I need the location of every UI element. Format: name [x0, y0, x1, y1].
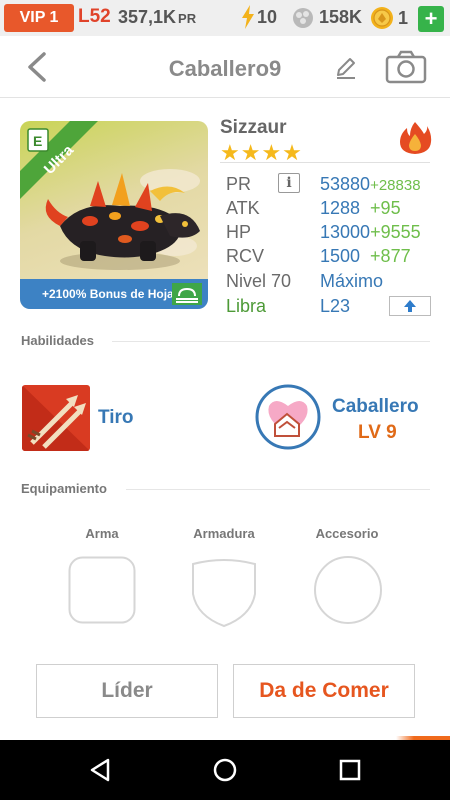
player-level: L52 [78, 6, 111, 27]
power-value: 357,1K [118, 7, 177, 27]
pr-value: 53880 [320, 174, 371, 194]
nav-recents-icon[interactable] [336, 756, 364, 784]
accessory-slot-label: Accesorio [315, 526, 379, 541]
food-value: 158K [319, 6, 363, 27]
leader-skill-level: LV 9 [358, 422, 397, 443]
pencil-icon[interactable] [333, 55, 359, 81]
gem-counter[interactable]: 1 [370, 5, 416, 31]
accessory-slot[interactable] [313, 555, 383, 625]
stat-label-atk: ATK [226, 198, 260, 218]
gem-coin-icon [371, 7, 393, 29]
energy-value: 10 [257, 6, 278, 27]
armor-slot[interactable] [191, 556, 257, 628]
stat-value-rcv: 1500 +877 [320, 246, 411, 267]
system-nav-bar [0, 740, 450, 800]
monster-card[interactable]: Ultra E +2100% Bonus de Hoja [20, 121, 208, 309]
page-title: Caballero9 [168, 56, 282, 81]
stat-value-atk: 1288 +95 [320, 198, 401, 219]
level-label: Nivel 70 [226, 271, 292, 291]
leader-skill-name[interactable]: Caballero [332, 396, 419, 418]
libra-icon [172, 283, 202, 305]
info-button[interactable]: i [278, 173, 300, 193]
food-counter[interactable]: 158K [290, 5, 362, 29]
gem-value: 1 [398, 7, 409, 28]
stat-value-pr: 53880+28838 [320, 174, 421, 195]
atk-bonus: +95 [370, 198, 401, 218]
weapon-slot-label: Arma [85, 526, 119, 541]
hp-bonus: +9555 [370, 222, 421, 242]
hp-value: 13000 [320, 222, 371, 242]
atk-value: 1288 [320, 198, 361, 218]
skills-divider [112, 341, 430, 342]
vip-badge[interactable]: VIP 1 [4, 4, 74, 32]
energy-counter[interactable]: 10 [241, 5, 277, 29]
arrow-up-icon [404, 300, 416, 312]
pr-bonus: +28838 [370, 177, 421, 194]
monster-name: Sizzaur [220, 117, 287, 138]
weapon-slot[interactable] [68, 556, 136, 624]
nav-back-icon[interactable] [86, 756, 114, 784]
feed-button[interactable]: Da de Comer [233, 664, 415, 718]
profile-header: Caballero9 [0, 36, 450, 98]
skills-section-title: Habilidades [21, 333, 94, 348]
stat-label-hp: HP [226, 222, 252, 242]
camera-icon[interactable] [385, 50, 427, 84]
upgrade-button[interactable] [389, 296, 431, 316]
bonus-text: +2100% Bonus de Hoja [42, 287, 174, 301]
ability-icon[interactable] [22, 385, 90, 451]
equipment-section-title: Equipamiento [21, 481, 107, 496]
rcv-value: 1500 [320, 246, 361, 266]
stat-label-rcv: RCV [226, 246, 265, 266]
name-divider [220, 162, 430, 163]
fire-icon [400, 122, 432, 154]
leader-button[interactable]: Líder [36, 664, 218, 718]
power-rating: 357,1K PR [118, 7, 196, 28]
equipment-divider [126, 489, 430, 490]
add-gems-button[interactable]: + [418, 6, 444, 32]
svg-text:E: E [33, 133, 42, 149]
arrows-icon [22, 385, 90, 451]
sign-label: Libra [226, 296, 267, 316]
stat-value-hp: 13000+9555 [320, 222, 421, 243]
level-value: Máximo [320, 271, 384, 291]
food-icon [293, 8, 313, 28]
heart-shield-icon[interactable] [255, 384, 321, 450]
lightning-icon [242, 5, 254, 29]
status-bar: VIP 1 L52 357,1K PR 10 158K 1 + [0, 0, 450, 36]
power-unit: PR [178, 11, 197, 26]
armor-slot-label: Armadura [193, 526, 255, 541]
stat-label-pr: PR [226, 174, 252, 194]
ability-name[interactable]: Tiro [98, 407, 134, 429]
rcv-bonus: +877 [370, 246, 411, 266]
sign-value: L23 [320, 296, 351, 316]
nav-home-icon[interactable] [211, 756, 239, 784]
